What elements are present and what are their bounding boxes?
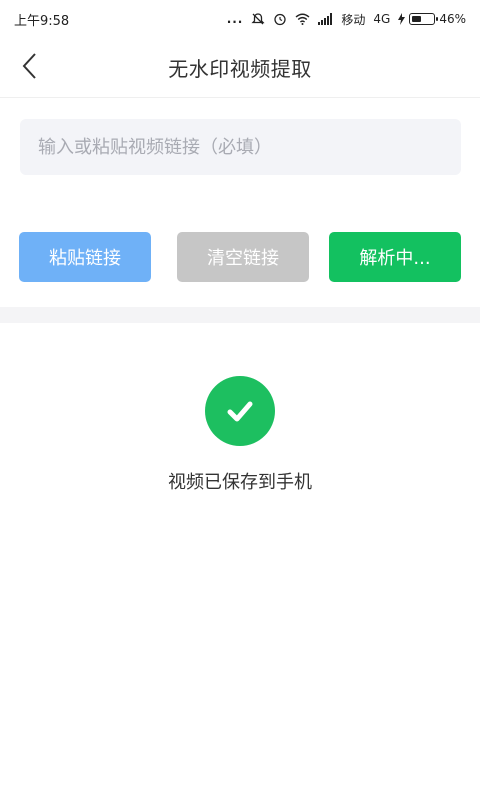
back-button[interactable] (12, 50, 48, 86)
video-link-input[interactable] (20, 119, 461, 175)
charging-icon (398, 13, 406, 25)
paste-link-button[interactable]: 粘贴链接 (19, 232, 151, 282)
parse-button[interactable]: 解析中... (329, 232, 461, 282)
alarm-icon (273, 12, 287, 26)
carrier-label: 移动 (341, 12, 366, 27)
wifi-icon (295, 13, 310, 25)
clear-link-button[interactable]: 清空链接 (177, 232, 309, 282)
status-time: 上午9:58 (14, 13, 70, 29)
battery-icon (409, 13, 439, 25)
mute-icon (251, 12, 265, 26)
app-screen: 上午9:58 ... 移动 4G 46% 无水印视频提取 输入或粘贴视频链接（必… (0, 0, 480, 800)
signal-icon (318, 13, 333, 25)
battery-percent: 46% (439, 12, 466, 26)
save-success-message: 视频已保存到手机 (168, 472, 312, 493)
chevron-left-icon (22, 52, 38, 84)
check-circle-icon (205, 376, 275, 446)
battery-indicator: 46% (398, 12, 466, 26)
network-label: 4G (373, 12, 391, 26)
header-bar: 无水印视频提取 (0, 38, 480, 98)
section-divider (0, 307, 480, 323)
page-title: 无水印视频提取 (168, 57, 312, 81)
status-icons: ... 移动 4G 46% (227, 11, 466, 28)
more-dots: ... (226, 12, 244, 26)
status-bar: 上午9:58 ... 移动 4G 46% (0, 0, 480, 38)
